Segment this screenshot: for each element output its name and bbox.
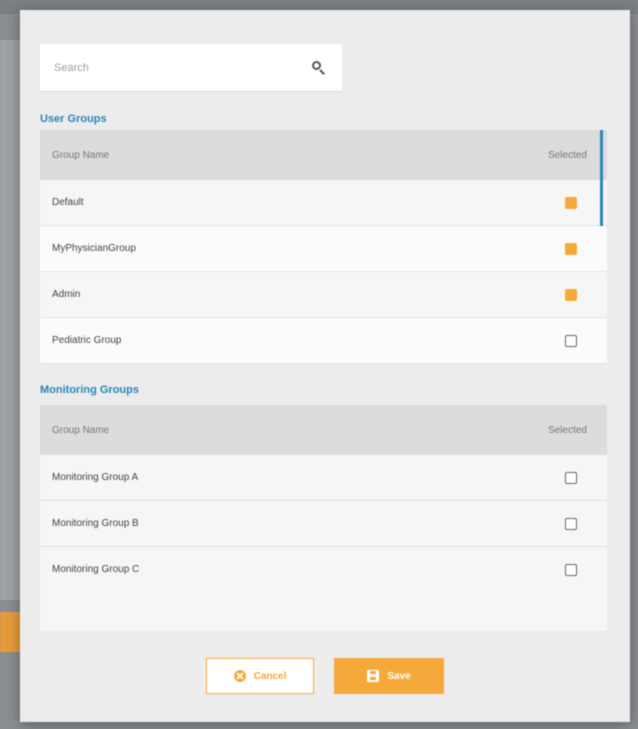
group-name: Default (52, 197, 84, 208)
cancel-icon (233, 670, 246, 682)
user-groups-title: User Groups (40, 113, 107, 125)
selected-checkbox[interactable] (565, 242, 577, 255)
column-header-group-name: Group Name (52, 424, 110, 436)
group-name: MyPhysicianGroup (52, 243, 136, 254)
monitoring-groups-header: Group Name Selected (40, 405, 607, 455)
table-row[interactable]: MyPhysicianGroup (40, 226, 607, 272)
save-icon (367, 670, 380, 682)
user-groups-header: Group Name Selected (40, 130, 607, 180)
column-header-group-name: Group Name (52, 149, 110, 161)
search-icon[interactable] (312, 60, 326, 75)
column-header-selected: Selected (548, 149, 587, 161)
cancel-button[interactable]: Cancel (206, 658, 314, 694)
save-button[interactable]: Save (334, 658, 444, 694)
monitoring-groups-title: Monitoring Groups (40, 384, 139, 396)
group-name: Pediatric Group (52, 335, 122, 346)
table-row[interactable]: Monitoring Group A (40, 455, 607, 501)
table-row[interactable]: Admin (40, 272, 607, 318)
group-name: Monitoring Group C (52, 564, 140, 575)
selected-checkbox[interactable] (565, 288, 577, 301)
group-selection-dialog: Search User Groups Group Name Selected D… (20, 10, 630, 722)
search-placeholder: Search (54, 61, 89, 74)
table-empty-area (40, 585, 607, 631)
background-app-sidebar (0, 40, 22, 600)
table-row[interactable]: Monitoring Group B (40, 501, 607, 547)
selected-checkbox[interactable] (565, 471, 577, 484)
background-app-button (0, 612, 22, 652)
selected-checkbox[interactable] (565, 334, 577, 347)
search-input[interactable]: Search (40, 44, 342, 92)
scrollbar[interactable] (600, 130, 603, 226)
selected-checkbox[interactable] (565, 517, 577, 530)
user-groups-table: Group Name Selected Default MyPhysicianGr… (40, 130, 607, 364)
table-row[interactable]: Default (40, 180, 607, 226)
group-name: Monitoring Group A (52, 472, 139, 483)
selected-checkbox[interactable] (565, 563, 577, 576)
cancel-label: Cancel (253, 670, 287, 682)
group-name: Admin (52, 289, 81, 300)
save-label: Save (387, 670, 411, 682)
monitoring-groups-table: Group Name Selected Monitoring Group A Mo… (40, 405, 607, 593)
selected-checkbox[interactable] (565, 196, 577, 209)
group-name: Monitoring Group B (52, 518, 139, 529)
table-row[interactable]: Pediatric Group (40, 318, 607, 364)
column-header-selected: Selected (548, 424, 587, 436)
